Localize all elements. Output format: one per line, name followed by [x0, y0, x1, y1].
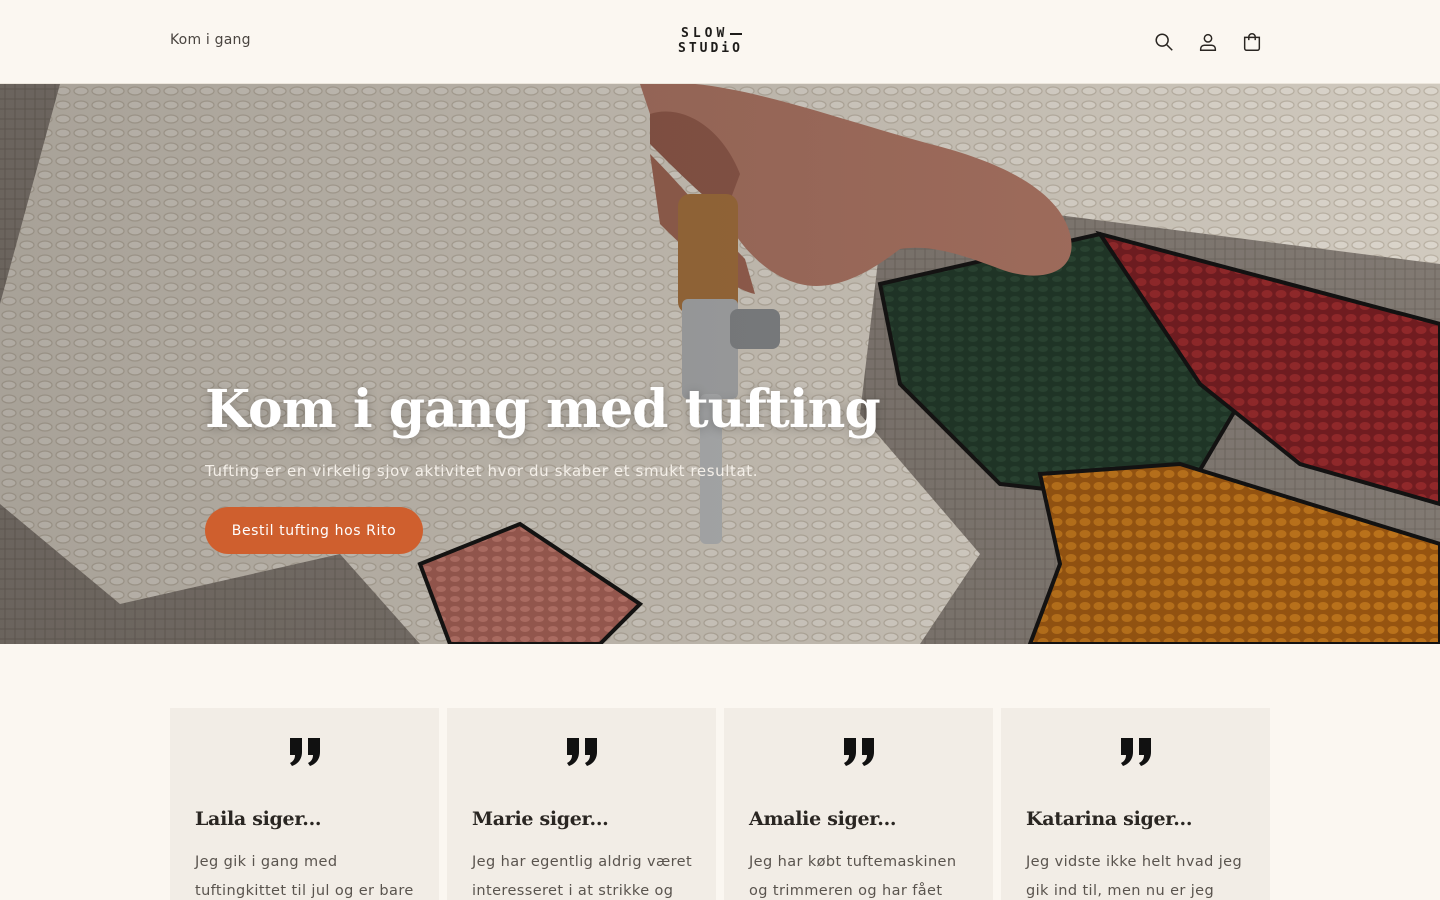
testimonial-card: Amalie siger... Jeg har købt tuftemaskin…	[724, 708, 993, 900]
quote-icon	[170, 738, 439, 778]
hero-overlay	[0, 84, 1440, 644]
testimonial-author: Marie siger...	[472, 808, 609, 830]
testimonial-text: Jeg har egentlig aldrig været interesser…	[472, 854, 693, 899]
testimonial-text: Jeg har købt tuftemaskinen og trimmeren …	[749, 854, 957, 899]
cart-icon[interactable]	[1238, 28, 1266, 56]
testimonial-text: Jeg gik i gang med tuftingkittet til jul…	[195, 854, 414, 899]
order-tufting-button[interactable]: Bestil tufting hos Rito	[205, 507, 423, 554]
testimonial-author: Laila siger...	[195, 808, 322, 830]
testimonial-author: Katarina siger...	[1026, 808, 1193, 830]
site-header: Kom i gang SLOW STUDiO	[0, 0, 1440, 84]
site-logo[interactable]: SLOW STUDiO	[678, 27, 762, 59]
testimonial-card: Laila siger... Jeg gik i gang med tuftin…	[170, 708, 439, 900]
quote-icon	[724, 738, 993, 778]
testimonial-text: Jeg vidste ikke helt hvad jeg gik ind ti…	[1026, 854, 1243, 899]
nav-link-kom-i-gang[interactable]: Kom i gang	[170, 32, 251, 48]
hero-subtitle: Tufting er en virkelig sjov aktivitet hv…	[205, 462, 759, 480]
testimonials-section: Laila siger... Jeg gik i gang med tuftin…	[170, 708, 1270, 900]
hero-title: Kom i gang med tufting	[205, 379, 881, 440]
hero-banner: Kom i gang med tufting Tufting er en vir…	[0, 84, 1440, 644]
search-icon[interactable]	[1150, 28, 1178, 56]
testimonial-author: Amalie siger...	[749, 808, 897, 830]
testimonial-card: Marie siger... Jeg har egentlig aldrig v…	[447, 708, 716, 900]
quote-icon	[1001, 738, 1270, 778]
testimonial-card: Katarina siger... Jeg vidste ikke helt h…	[1001, 708, 1270, 900]
quote-icon	[447, 738, 716, 778]
account-icon[interactable]	[1194, 28, 1222, 56]
